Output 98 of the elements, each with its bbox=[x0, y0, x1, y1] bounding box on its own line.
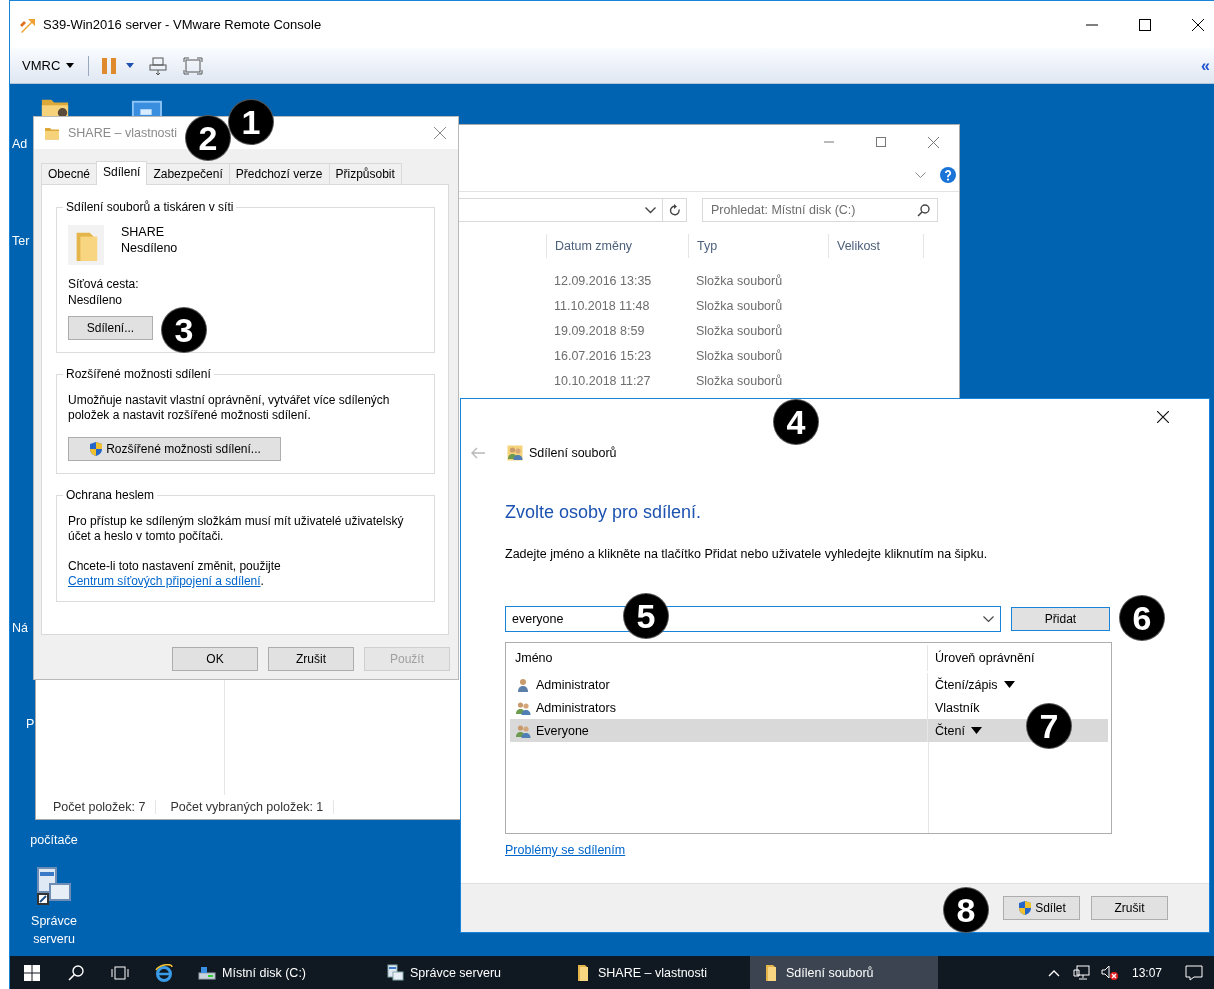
heading: Zvolte osoby pro sdílení. bbox=[505, 501, 702, 524]
permission-level: Čtení/zápis bbox=[935, 677, 998, 692]
taskbar-item[interactable]: Správce serveru bbox=[374, 956, 562, 989]
search-icon[interactable] bbox=[917, 204, 930, 217]
notification-icon bbox=[1185, 964, 1203, 981]
desktop-icon-label[interactable]: Ad bbox=[12, 136, 28, 152]
cancel-button[interactable]: Zrušit bbox=[268, 647, 354, 671]
network-path: Nesdíleno bbox=[68, 293, 124, 307]
table-cell-text: Složka souborů bbox=[695, 323, 784, 338]
group-icon bbox=[515, 699, 531, 716]
window-title: SHARE – vlastnosti bbox=[68, 126, 178, 140]
server-manager-icon[interactable] bbox=[34, 866, 74, 906]
folder-icon bbox=[44, 125, 60, 141]
server-manager-icon bbox=[386, 963, 404, 982]
table-cell-text: 16.07.2016 15:23 bbox=[553, 348, 653, 363]
refresh-button[interactable] bbox=[663, 198, 687, 222]
table-cell-text: 11.10.2018 11:48 bbox=[553, 298, 651, 313]
browser-icon bbox=[154, 963, 174, 982]
list-row[interactable]: Administrator Čtení/zápis bbox=[510, 673, 1108, 696]
close-icon[interactable] bbox=[1157, 411, 1169, 423]
clock[interactable]: 13:07 bbox=[1123, 965, 1174, 980]
user-name: Administrators bbox=[536, 700, 616, 715]
field-label: Síťová cesta: bbox=[68, 277, 140, 291]
permission-level: Čtení bbox=[935, 723, 965, 738]
cancel-button[interactable]: Zrušit bbox=[1091, 896, 1168, 920]
group-title: Sdílení souborů a tiskáren v síti bbox=[65, 200, 235, 214]
description-text: Umožňuje nastavit vlastní oprávnění, vytvářet více sdílených položek a nastavit rozšířené možnosti sdílení. bbox=[68, 393, 391, 423]
task-view-icon bbox=[111, 965, 129, 980]
permission-level: Vlastník bbox=[935, 700, 980, 715]
chevron-down-icon[interactable] bbox=[645, 206, 656, 214]
table-cell-text: 12.09.2016 13:35 bbox=[553, 273, 653, 288]
group-icon bbox=[515, 722, 531, 739]
shield-icon bbox=[88, 441, 105, 457]
menu-button[interactable]: VMRC bbox=[22, 56, 75, 75]
user-name: Administrator bbox=[536, 677, 610, 692]
tab[interactable]: Obecné bbox=[41, 163, 98, 184]
advanced-sharing-button[interactable]: Rozšířené možnosti sdílení... bbox=[68, 437, 281, 461]
column-header[interactable]: Jméno bbox=[510, 645, 928, 671]
desktop-icon-label[interactable]: Ter bbox=[12, 233, 30, 249]
table-cell-text: Složka souborů bbox=[695, 273, 784, 288]
chevron-down-icon[interactable] bbox=[983, 616, 994, 623]
desktop-icon-label[interactable]: Ná bbox=[12, 620, 28, 636]
status-text: Počet vybraných položek: 1 bbox=[170, 800, 335, 814]
caret-icon bbox=[66, 63, 75, 68]
tab[interactable]: Sdílení bbox=[96, 161, 148, 185]
maximize-icon[interactable] bbox=[1139, 18, 1151, 31]
folder-name: SHARE bbox=[121, 225, 166, 239]
taskbar-item[interactable]: Sdílení souborů bbox=[750, 956, 938, 989]
table-cell-text: Složka souborů bbox=[695, 348, 784, 363]
description-text: Chcete-li toto nastavení změnit, použijte Centrum síťových připojení a sdílení. bbox=[68, 559, 282, 589]
caret-icon[interactable] bbox=[970, 727, 982, 734]
ok-button[interactable]: OK bbox=[172, 647, 258, 671]
table-cell-text: Složka souborů bbox=[695, 298, 784, 313]
desktop-icon-label[interactable]: počítače bbox=[10, 831, 98, 849]
status-text: Počet položek: 7 bbox=[53, 800, 157, 814]
network-icon bbox=[1072, 964, 1091, 981]
column-header[interactable]: Úroveň oprávnění bbox=[928, 645, 1108, 671]
user-icon bbox=[515, 676, 531, 693]
close-icon[interactable] bbox=[1192, 18, 1204, 31]
search-field[interactable]: Prohledat: Místní disk (C:) bbox=[702, 198, 938, 222]
sharing-icon bbox=[507, 445, 523, 461]
menu-label: VMRC bbox=[22, 58, 61, 73]
taskbar-item[interactable]: SHARE – vlastnosti bbox=[562, 956, 750, 989]
column-header[interactable]: Typ bbox=[688, 234, 828, 258]
window-title: S39-Win2016 server - VMware Remote Console bbox=[43, 17, 322, 32]
tab[interactable]: Přizpůsobit bbox=[328, 163, 402, 184]
share-button[interactable]: Sdílení... bbox=[68, 316, 153, 340]
collapse-button[interactable]: « bbox=[1201, 56, 1214, 75]
table-cell-text: 10.10.2018 11:27 bbox=[553, 373, 652, 388]
desktop-icon-label[interactable]: P bbox=[26, 716, 35, 732]
taskbar-item[interactable]: Místní disk (C:) bbox=[186, 956, 374, 989]
share-button[interactable]: Sdílet bbox=[1003, 896, 1080, 920]
caret-icon[interactable] bbox=[1003, 681, 1015, 688]
search-icon bbox=[68, 964, 84, 981]
desktop-icon-label[interactable]: Správce serveru bbox=[10, 912, 98, 948]
add-button[interactable]: Přidat bbox=[1011, 607, 1110, 631]
help-link[interactable]: Problémy se sdílením bbox=[505, 843, 626, 857]
caret-icon[interactable] bbox=[126, 63, 135, 68]
table-cell-text: 19.09.2018 8:59 bbox=[553, 323, 646, 338]
window-title: Sdílení souborů bbox=[529, 446, 617, 460]
table-cell-text: Složka souborů bbox=[695, 373, 784, 388]
refresh-icon bbox=[668, 203, 681, 217]
share-status: Nesdíleno bbox=[121, 241, 178, 255]
number-badge: 1 bbox=[229, 100, 273, 144]
description-text: Pro přístup ke sdíleným složkám musí mít uživatelé uživatelský účet a heslo v tomto počítači. bbox=[68, 514, 405, 544]
column-header[interactable]: Velikost bbox=[828, 234, 923, 258]
user-name: Everyone bbox=[536, 723, 589, 738]
tab[interactable]: Zabezpečení bbox=[146, 163, 230, 184]
column-header[interactable]: Datum změny bbox=[546, 234, 688, 258]
instruction-text: Zadejte jméno a klikněte na tlačítko Přidat nebo uživatele vyhledejte kliknutím na šipku. bbox=[505, 546, 988, 562]
chevron-up-icon bbox=[1047, 968, 1060, 977]
shield-icon bbox=[1017, 900, 1034, 916]
group-title: Ochrana heslem bbox=[65, 488, 156, 502]
windows-logo-icon bbox=[24, 964, 40, 981]
help-icon[interactable] bbox=[940, 167, 956, 183]
network-center-link[interactable]: Centrum síťových připojení a sdílení bbox=[68, 574, 261, 588]
speaker-muted-icon bbox=[1100, 964, 1119, 981]
group-title: Rozšířené možnosti sdílení bbox=[65, 367, 212, 381]
